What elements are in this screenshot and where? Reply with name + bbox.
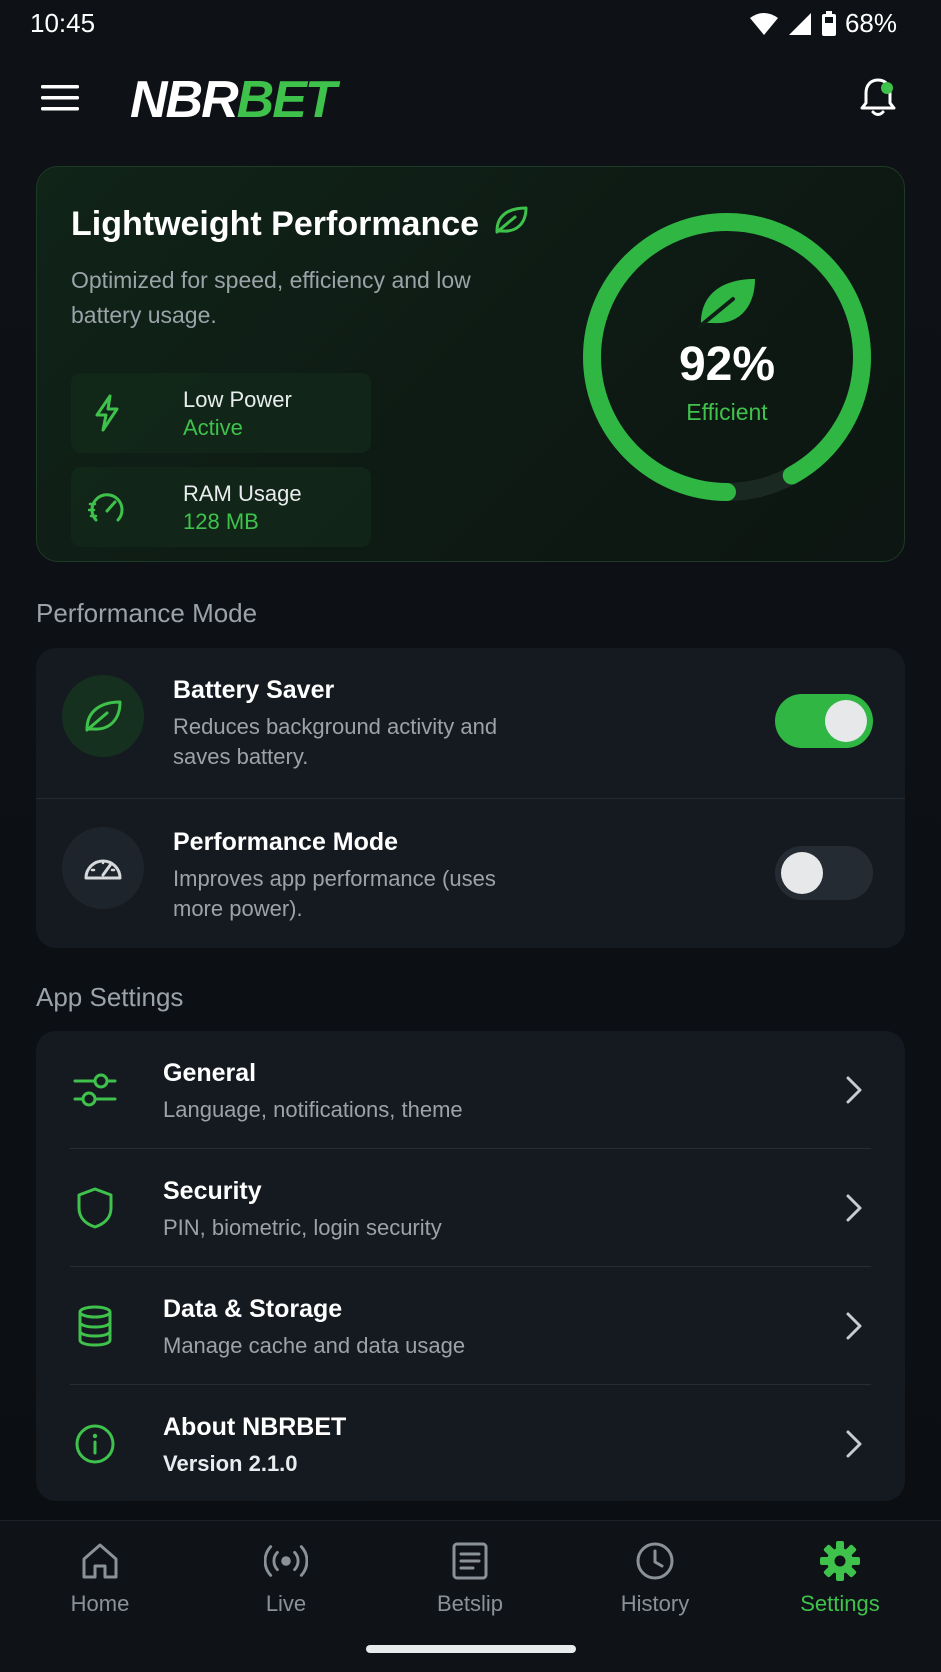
database-icon xyxy=(72,1303,118,1349)
gauge-value: 92% xyxy=(678,338,776,391)
shield-icon xyxy=(72,1185,118,1231)
nav-label: Betslip xyxy=(436,1591,504,1616)
home-icon xyxy=(78,1539,122,1583)
performance-summary-card: Lightweight Performance Optimized for sp… xyxy=(36,166,905,562)
speedometer-icon xyxy=(87,487,127,527)
notifications-button[interactable] xyxy=(853,74,903,124)
battery-icon xyxy=(821,10,837,37)
settings-item-subtitle: Language, notifications, theme xyxy=(163,1097,463,1122)
nav-history[interactable]: History xyxy=(585,1539,725,1629)
hero-title: Lightweight Performance xyxy=(71,205,529,244)
signal-icon xyxy=(787,12,813,36)
chevron-right-icon xyxy=(839,1191,869,1225)
chevron-right-icon xyxy=(839,1427,869,1461)
chevron-right-icon xyxy=(839,1073,869,1107)
lightning-icon xyxy=(87,393,127,433)
settings-screen: 10:45 68% NBRBET Lightweight Performance… xyxy=(0,0,941,1672)
row-description: Improves app performance (uses more powe… xyxy=(173,866,496,921)
settings-item-data-storage[interactable]: Data & Storage Manage cache and data usa… xyxy=(36,1267,905,1385)
logo-part-green: BET xyxy=(236,71,337,129)
chevron-right-icon xyxy=(839,1309,869,1343)
battery-saver-row: Battery Saver Reduces background activit… xyxy=(36,648,905,798)
row-description: Reduces background activity and saves ba… xyxy=(173,714,498,769)
section-title-app-settings: App Settings xyxy=(36,982,184,1012)
menu-button[interactable] xyxy=(38,78,82,122)
nav-settings[interactable]: Settings xyxy=(770,1539,910,1629)
receipt-icon xyxy=(448,1539,492,1583)
nav-label: History xyxy=(620,1591,690,1616)
row-title: Performance Mode xyxy=(173,828,399,856)
stat-ram-usage: RAM Usage 128 MB xyxy=(71,467,371,547)
bell-icon xyxy=(859,76,897,123)
status-icons: 68% xyxy=(749,8,897,39)
nav-betslip[interactable]: Betslip xyxy=(400,1539,540,1629)
leaf-icon xyxy=(62,675,144,757)
notification-dot xyxy=(881,82,893,94)
status-time: 10:45 xyxy=(30,8,96,38)
nav-live[interactable]: Live xyxy=(216,1539,356,1629)
section-title-performance: Performance Mode xyxy=(36,598,258,628)
app-settings-card: General Language, notifications, theme S… xyxy=(36,1031,905,1501)
row-title: Battery Saver xyxy=(173,676,335,704)
performance-mode-row: Performance Mode Improves app performanc… xyxy=(36,800,905,950)
stat-value: Active xyxy=(183,415,243,440)
hero-subtitle: Optimized for speed, efficiency and low … xyxy=(71,267,471,328)
settings-item-title: Security xyxy=(163,1177,262,1205)
settings-item-subtitle: PIN, biometric, login security xyxy=(163,1215,442,1240)
settings-item-general[interactable]: General Language, notifications, theme xyxy=(36,1031,905,1149)
app-header: NBRBET xyxy=(0,60,941,140)
performance-mode-card: Battery Saver Reduces background activit… xyxy=(36,648,905,948)
status-bar: 10:45 68% xyxy=(0,0,941,50)
performance-mode-toggle[interactable] xyxy=(775,846,873,900)
leaf-icon xyxy=(493,205,529,244)
toggle-knob xyxy=(825,700,867,742)
efficiency-gauge: 92% Efficient xyxy=(577,207,877,507)
stat-label: Low Power xyxy=(183,387,292,412)
nav-label: Settings xyxy=(800,1591,880,1616)
gauge-leaf-icon xyxy=(695,273,759,334)
brand-logo: NBRBET xyxy=(130,70,337,130)
battery-percent: 68% xyxy=(844,8,897,38)
settings-item-title: Data & Storage xyxy=(163,1295,343,1323)
hero-title-text: Lightweight Performance xyxy=(71,205,480,243)
logo-part-white: NBR xyxy=(130,71,239,129)
settings-item-security[interactable]: Security PIN, biometric, login security xyxy=(36,1149,905,1267)
sliders-icon xyxy=(72,1067,118,1113)
gauge-icon xyxy=(62,827,144,909)
settings-item-title: About NBRBET xyxy=(163,1413,347,1441)
nav-label: Home xyxy=(70,1591,130,1616)
nav-home[interactable]: Home xyxy=(30,1539,170,1629)
nav-label: Live xyxy=(265,1591,307,1616)
clock-icon xyxy=(633,1539,677,1583)
broadcast-icon xyxy=(264,1539,308,1583)
wifi-icon xyxy=(749,12,779,36)
home-indicator[interactable] xyxy=(366,1645,576,1653)
stat-label: RAM Usage xyxy=(183,481,302,506)
settings-item-subtitle: Manage cache and data usage xyxy=(163,1333,466,1358)
settings-item-about[interactable]: About NBRBET Version 2.1.0 xyxy=(36,1385,905,1503)
settings-item-title: General xyxy=(163,1059,257,1087)
settings-item-subtitle: Version 2.1.0 xyxy=(163,1451,298,1476)
toggle-knob xyxy=(781,852,823,894)
info-icon xyxy=(72,1421,118,1467)
stat-low-power: Low Power Active xyxy=(71,373,371,453)
hamburger-menu-icon xyxy=(41,84,79,117)
divider xyxy=(36,798,905,799)
gauge-label: Efficient xyxy=(686,399,768,425)
stat-value: 128 MB xyxy=(183,509,259,534)
battery-saver-toggle[interactable] xyxy=(775,694,873,748)
gear-icon xyxy=(818,1539,862,1583)
